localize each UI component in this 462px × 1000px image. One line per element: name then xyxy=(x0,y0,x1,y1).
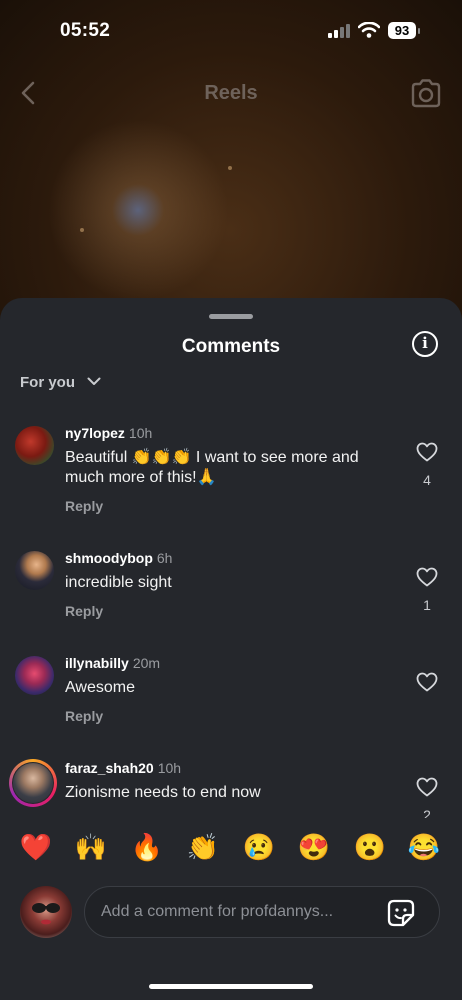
like-heart-icon[interactable] xyxy=(416,777,438,797)
camera-icon[interactable] xyxy=(410,78,442,108)
comment-timestamp: 6h xyxy=(156,550,173,566)
emoji-surprised-button[interactable]: 😮 xyxy=(352,832,388,863)
emoji-laughing-button[interactable]: 😂 xyxy=(406,832,442,863)
sheet-grabber[interactable] xyxy=(209,314,253,319)
info-icon[interactable]: i xyxy=(412,331,438,357)
comment-text: Awesome xyxy=(65,679,135,696)
comment-username[interactable]: ny7lopez xyxy=(65,425,125,441)
avatar[interactable] xyxy=(15,426,54,465)
emoji-crying-button[interactable]: 😢 xyxy=(241,832,277,863)
comment-text: Beautiful 👏👏👏 I want to see more and muc… xyxy=(65,449,359,486)
comment-text: incredible sight xyxy=(65,574,172,591)
reply-button[interactable]: Reply xyxy=(65,498,103,514)
like-heart-icon[interactable] xyxy=(416,442,438,462)
status-time: 05:52 xyxy=(60,20,111,41)
avatar[interactable] xyxy=(15,551,54,590)
emoji-raised-hands-button[interactable]: 🙌 xyxy=(73,832,109,863)
comment-meta: shmoodybop 6h xyxy=(65,550,172,566)
sunglasses-icon xyxy=(32,903,60,925)
wifi-icon xyxy=(358,22,380,38)
current-user-avatar xyxy=(20,886,72,938)
like-count: 4 xyxy=(423,472,431,488)
comment-filter-dropdown[interactable]: For you xyxy=(20,374,101,391)
cellular-signal-icon xyxy=(328,24,350,38)
avatar[interactable] xyxy=(13,763,53,803)
comment-username[interactable]: illynabilly xyxy=(65,655,129,671)
video-speck xyxy=(80,228,84,232)
comment-timestamp: 20m xyxy=(132,655,161,671)
sheet-title: Comments xyxy=(181,336,281,357)
story-ring[interactable] xyxy=(9,759,57,807)
like-heart-icon[interactable] xyxy=(416,672,438,692)
emoji-clap-button[interactable]: 👏 xyxy=(185,832,221,863)
comment-composer xyxy=(0,880,462,1000)
emoji-heart-eyes-button[interactable]: 😍 xyxy=(296,832,332,863)
reply-button[interactable]: Reply xyxy=(65,603,103,619)
page-title: Reels xyxy=(204,82,258,104)
like-count: 1 xyxy=(423,597,431,613)
sticker-icon[interactable] xyxy=(386,898,416,928)
emoji-fire-button[interactable]: 🔥 xyxy=(129,832,165,863)
comment-username[interactable]: shmoodybop xyxy=(65,550,153,566)
chevron-down-icon xyxy=(87,377,101,385)
comment-meta: ny7lopez 10h xyxy=(65,425,152,441)
video-speck xyxy=(228,166,232,170)
quick-emoji-bar: ❤️ 🙌 🔥 👏 😢 😍 😮 😂 xyxy=(0,818,462,882)
comment-username[interactable]: faraz_shah20 xyxy=(65,760,154,776)
comment-meta: faraz_shah20 10h xyxy=(65,760,181,776)
reply-button[interactable]: Reply xyxy=(65,708,103,724)
like-heart-icon[interactable] xyxy=(416,567,438,587)
emoji-heart-button[interactable]: ❤️ xyxy=(18,832,54,863)
comment-text: Zionisme needs to end now xyxy=(65,784,261,801)
comment-timestamp: 10h xyxy=(128,425,153,441)
battery-tip xyxy=(418,28,420,34)
comment-timestamp: 10h xyxy=(157,760,182,776)
status-bar: 05:52 93 xyxy=(0,0,462,62)
battery-indicator: 93 xyxy=(388,22,416,39)
comment-meta: illynabilly 20m xyxy=(65,655,160,671)
avatar[interactable] xyxy=(15,656,54,695)
filter-label: For you xyxy=(20,374,75,391)
home-indicator[interactable] xyxy=(149,984,313,989)
reels-header: Reels xyxy=(0,70,462,116)
